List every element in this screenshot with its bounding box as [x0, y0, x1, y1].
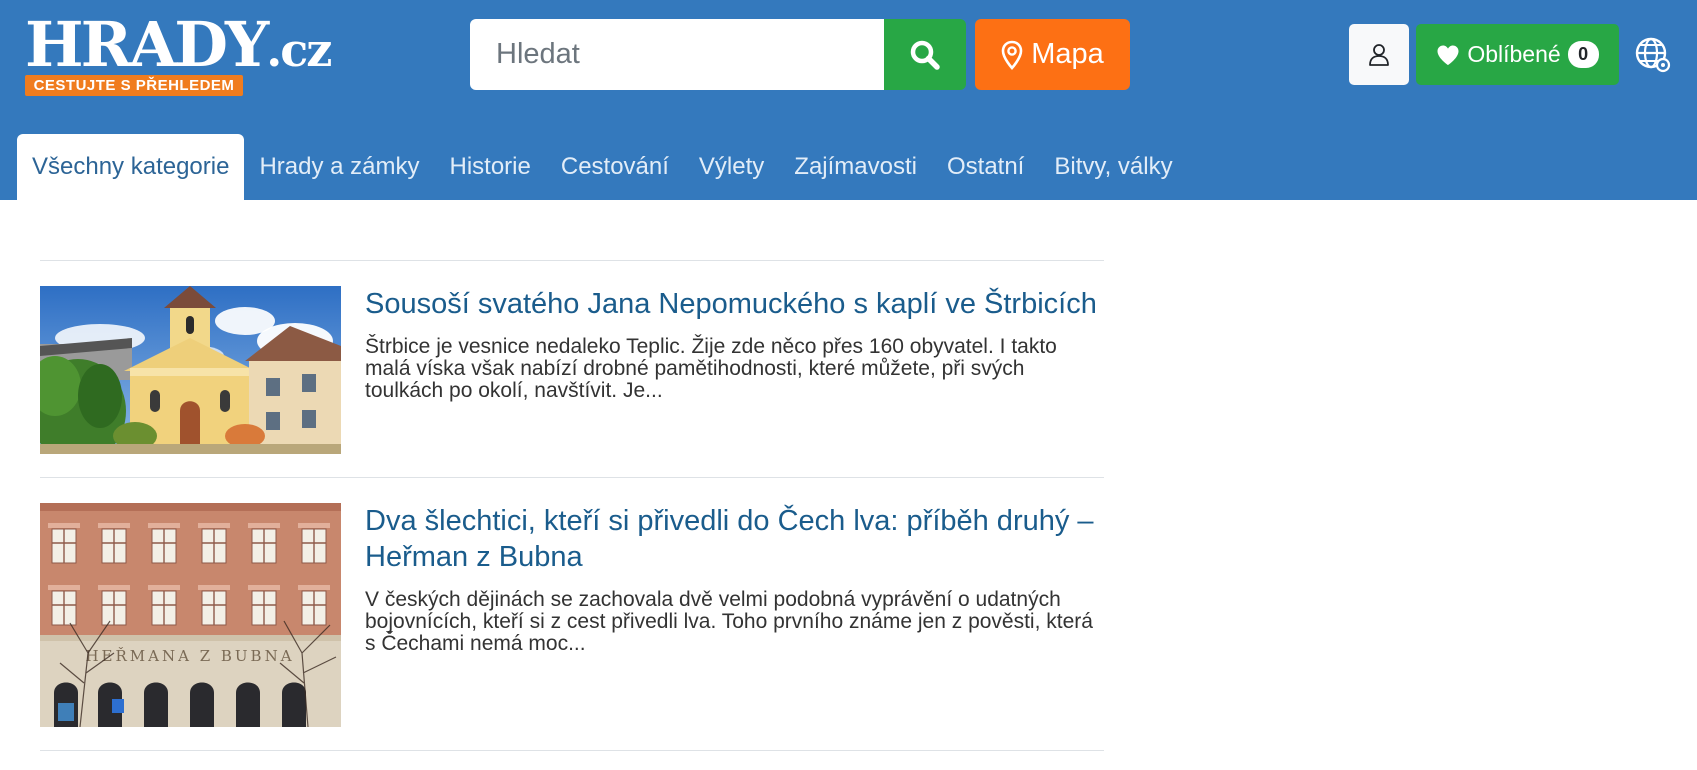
site-logo[interactable]: HRADY.cz CESTUJTE S PŘEHLEDEM	[25, 14, 332, 98]
heart-icon	[1437, 45, 1459, 65]
article-excerpt: V českých dějinách se zachovala dvě velm…	[365, 588, 1093, 655]
favorites-label: Oblíbené	[1467, 41, 1561, 67]
nav-item-travel[interactable]: Cestování	[546, 134, 684, 200]
article-content: Dva šlechtici, kteří si přivedli do Čech…	[365, 503, 1104, 727]
article-list: Sousoší svatého Jana Nepomuckého s kaplí…	[40, 260, 1104, 751]
search-icon	[910, 40, 940, 70]
nav-item-curiosities[interactable]: Zajímavosti	[779, 134, 932, 200]
nav-item-castles[interactable]: Hrady a zámky	[244, 134, 434, 200]
nav-item-all-categories[interactable]: Všechny kategorie	[17, 134, 245, 200]
favorites-count-badge: 0	[1567, 41, 1599, 68]
article-thumbnail[interactable]	[40, 286, 341, 454]
article-item: HEŘMANA Z BUBNA Dva šlechtici, kteří si …	[40, 477, 1104, 751]
nav-item-trips[interactable]: Výlety	[684, 134, 779, 200]
logo-wordmark: HRADY.cz	[25, 8, 332, 81]
article-item: Sousoší svatého Jana Nepomuckého s kaplí…	[40, 260, 1104, 477]
nav-item-other[interactable]: Ostatní	[932, 134, 1039, 200]
search-button[interactable]	[884, 19, 966, 90]
nav-item-battles-wars[interactable]: Bitvy, války	[1039, 134, 1187, 200]
language-button[interactable]	[1633, 35, 1673, 75]
article-thumbnail[interactable]: HEŘMANA Z BUBNA	[40, 503, 341, 727]
map-pin-icon	[1001, 40, 1023, 70]
favorites-button[interactable]: Oblíbené 0	[1416, 24, 1619, 85]
account-button[interactable]	[1349, 24, 1409, 85]
building-inscription: HEŘMANA Z BUBNA	[85, 647, 294, 665]
category-nav: Všechny kategorie Hrady a zámky Historie…	[17, 134, 1188, 200]
globe-icon	[1635, 37, 1671, 73]
nav-item-history[interactable]: Historie	[435, 134, 546, 200]
logo-tagline: CESTUJTE S PŘEHLEDEM	[25, 75, 243, 96]
user-icon	[1369, 43, 1389, 66]
building-photo: HEŘMANA Z BUBNA	[40, 503, 341, 727]
article-title-link[interactable]: Sousoší svatého Jana Nepomuckého s kaplí…	[365, 286, 1104, 322]
map-button-label: Mapa	[1031, 38, 1104, 70]
chapel-photo	[40, 286, 341, 454]
article-excerpt: Štrbice je vesnice nedaleko Teplic. Žije…	[365, 335, 1057, 402]
map-button[interactable]: Mapa	[975, 19, 1130, 90]
article-content: Sousoší svatého Jana Nepomuckého s kaplí…	[365, 286, 1104, 454]
search-input[interactable]	[470, 19, 884, 90]
article-title-link[interactable]: Dva šlechtici, kteří si přivedli do Čech…	[365, 503, 1104, 575]
site-header: HRADY.cz CESTUJTE S PŘEHLEDEM Mapa Oblíb…	[0, 0, 1697, 200]
